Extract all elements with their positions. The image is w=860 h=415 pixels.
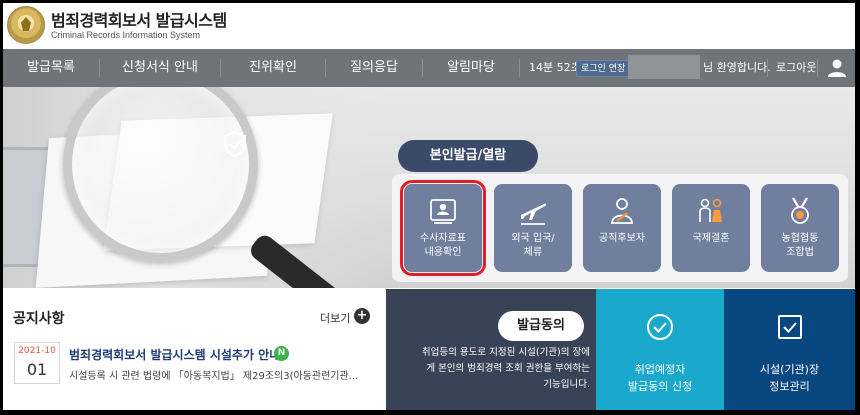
new-badge: N bbox=[274, 346, 289, 361]
nav-divider bbox=[817, 59, 818, 77]
service-label: 수사자료표 내용확인 bbox=[420, 233, 466, 258]
notice-date-day: 01 bbox=[26, 360, 48, 379]
user-icon[interactable] bbox=[826, 57, 848, 79]
applicant-consent-request-tile[interactable]: 취업예정자 발급동의 신청 bbox=[596, 289, 724, 410]
couple-icon bbox=[699, 198, 722, 222]
notice-item-summary[interactable]: 시설등록 시 관련 법령에 「아동복지법」 제29조의3(아동관련기관... bbox=[69, 367, 369, 382]
service-international-marriage-button[interactable]: 국제결혼 bbox=[672, 184, 750, 272]
institution-info-management-tile[interactable]: 시설(기관)장 정보관리 bbox=[724, 289, 855, 410]
service-label: 농협협동 조합법 bbox=[781, 233, 819, 258]
site-subtitle: Criminal Records Information System bbox=[51, 30, 201, 40]
site-title[interactable]: 범죄경력회보서 발급시스템 bbox=[51, 7, 227, 31]
user-name-redacted bbox=[628, 55, 700, 79]
nav-form-guide[interactable]: 신청서식 안내 bbox=[100, 49, 220, 87]
service-label: 외국 입국/ 체류 bbox=[511, 233, 555, 258]
extend-login-button[interactable]: 로그인 연장 bbox=[576, 60, 631, 77]
notice-date: 2021-10 01 bbox=[14, 342, 60, 384]
notice-section: 공지사항 더보기 + 2021-10 01 범죄경력회보서 발급시스템 시설추가… bbox=[3, 289, 386, 410]
police-emblem-icon[interactable] bbox=[7, 6, 45, 44]
tile-label: 취업예정자 발급동의 신청 bbox=[627, 363, 693, 393]
service-foreign-entry-button[interactable]: 외국 입국/ 체류 bbox=[494, 184, 572, 272]
shield-check-icon bbox=[224, 131, 246, 157]
consent-description: 취업등의 용도로 지정된 시설(기관)의 장에 게 본인의 범죄경력 조회 권한… bbox=[421, 347, 590, 390]
nav-divider bbox=[767, 59, 768, 77]
main-nav: 발급목록 신청서식 안내 진위확인 질의응답 알림마당 14분 52초 로그인 … bbox=[3, 49, 855, 87]
session-timer: 14분 52초 bbox=[529, 61, 581, 74]
check-circle-icon bbox=[647, 314, 673, 340]
app-window: 범죄경력회보서 발급시스템 Criminal Records Informati… bbox=[3, 3, 855, 410]
service-investigation-record-button[interactable]: 수사자료표 내용확인 bbox=[400, 180, 486, 276]
site-header: 범죄경력회보서 발급시스템 Criminal Records Informati… bbox=[3, 3, 855, 48]
id-card-icon bbox=[430, 199, 456, 224]
issue-consent-button[interactable]: 발급동의 bbox=[498, 311, 584, 341]
tile-label: 시설(기관)장 정보관리 bbox=[759, 363, 820, 393]
service-label: 국제결혼 bbox=[692, 233, 730, 244]
logout-link[interactable]: 로그아웃 bbox=[776, 49, 816, 87]
notice-date-month: 2021-10 bbox=[18, 346, 56, 356]
tab-self-issue[interactable]: 본인발급/열람 bbox=[398, 140, 538, 172]
check-square-icon bbox=[777, 315, 802, 339]
welcome-text: 님 환영합니다. bbox=[703, 61, 771, 74]
service-public-candidate-button[interactable]: 공직후보자 bbox=[583, 184, 661, 272]
plus-icon[interactable]: + bbox=[354, 308, 370, 324]
more-link[interactable]: 더보기 bbox=[320, 310, 350, 326]
candidate-icon bbox=[611, 198, 633, 224]
service-label: 공직후보자 bbox=[599, 233, 645, 244]
nav-verify[interactable]: 진위확인 bbox=[221, 49, 325, 87]
nav-qna[interactable]: 질의응답 bbox=[326, 49, 422, 87]
airplane-icon bbox=[521, 203, 547, 225]
nav-divider bbox=[519, 59, 520, 77]
nav-issue-list[interactable]: 발급목록 bbox=[3, 49, 99, 87]
service-cooperative-law-button[interactable]: 농협협동 조합법 bbox=[761, 184, 839, 272]
medal-icon bbox=[791, 197, 809, 224]
nav-notice-board[interactable]: 알림마당 bbox=[423, 49, 519, 87]
notice-heading: 공지사항 bbox=[13, 311, 65, 327]
notice-item-title[interactable]: 범죄경력회보서 발급시스템 시설추가 안내 bbox=[69, 346, 280, 363]
